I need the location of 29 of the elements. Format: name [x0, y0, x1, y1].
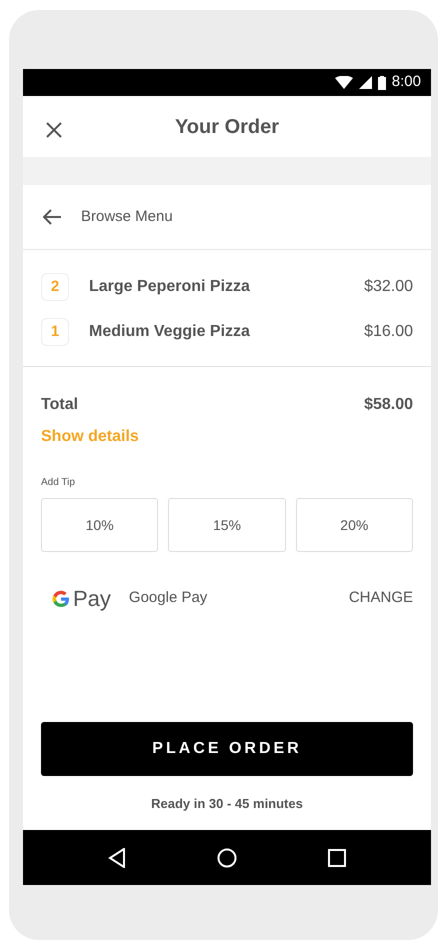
signal-icon	[358, 76, 372, 89]
item-name: Medium Veggie Pizza	[89, 322, 250, 342]
recents-nav-icon[interactable]	[328, 848, 346, 866]
google-g-icon	[51, 588, 71, 608]
tip-option[interactable]: 10%	[41, 498, 158, 552]
tip-option[interactable]: 15%	[168, 498, 286, 552]
change-button[interactable]: CHANGE	[348, 587, 413, 610]
tip-option[interactable]: 20%	[296, 498, 413, 552]
item-name: Large Peperoni Pizza	[89, 277, 250, 297]
ready-time-note: Ready in 30 - 45 minutes	[150, 794, 304, 813]
payment-method: Google Pay	[128, 588, 208, 608]
back-arrow-icon[interactable]	[43, 209, 61, 225]
pay-logo-text: Pay	[73, 585, 111, 613]
quantity-badge: 2	[41, 273, 69, 301]
total-amount: $58.00	[364, 395, 413, 415]
item-price: $16.00	[364, 322, 413, 342]
total-label: Total	[41, 395, 78, 415]
wifi-icon	[334, 76, 353, 89]
close-icon[interactable]	[46, 122, 62, 138]
quantity-badge: 1	[41, 318, 69, 346]
header-title: Your Order	[174, 114, 280, 140]
place-order-button[interactable]: PLACE ORDER	[41, 722, 413, 776]
browse-menu-link[interactable]: Browse Menu	[81, 206, 173, 228]
battery-icon	[378, 76, 386, 90]
status-time: 8:00	[392, 72, 421, 92]
home-nav-icon[interactable]	[216, 848, 237, 868]
tip-label: Add Tip	[41, 476, 76, 490]
item-price: $32.00	[364, 277, 413, 297]
back-nav-icon[interactable]	[108, 848, 126, 868]
